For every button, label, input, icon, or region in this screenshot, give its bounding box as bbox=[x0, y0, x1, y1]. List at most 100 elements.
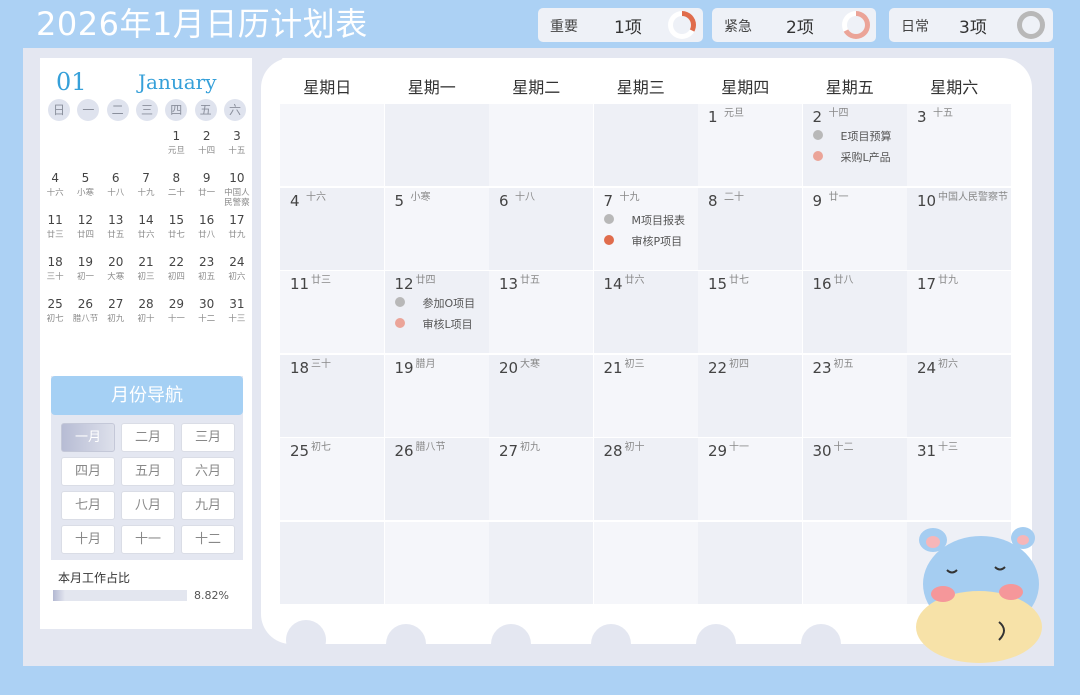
calendar-day[interactable]: 20 大寒 bbox=[489, 354, 593, 437]
mini-day[interactable]: 25 初七 bbox=[40, 294, 70, 336]
month-button[interactable]: 六月 bbox=[181, 457, 235, 486]
calendar-day[interactable]: 19 腊月 bbox=[384, 354, 489, 437]
mini-day[interactable]: 19 初一 bbox=[70, 252, 100, 294]
stat-urgent[interactable]: 紧急 2项 bbox=[712, 8, 876, 42]
mini-day[interactable]: 21 初三 bbox=[131, 252, 161, 294]
mini-day[interactable]: 1 元旦 bbox=[161, 126, 191, 168]
mini-day-number: 22 bbox=[168, 255, 184, 269]
mini-day[interactable]: 29 十一 bbox=[161, 294, 191, 336]
mini-day[interactable]: 4 十六 bbox=[40, 168, 70, 210]
day-number: 18 bbox=[290, 358, 310, 377]
event-item[interactable]: 参加O项目 bbox=[423, 295, 476, 311]
mini-day-number: 15 bbox=[168, 213, 184, 227]
mini-day[interactable]: 10 中国人民警察节 bbox=[222, 168, 252, 210]
stat-daily[interactable]: 日常 3项 bbox=[889, 8, 1053, 42]
mini-day[interactable]: 3 十五 bbox=[222, 126, 252, 168]
mini-day[interactable]: 27 初九 bbox=[101, 294, 131, 336]
calendar-day[interactable]: 23 初五 bbox=[802, 354, 907, 437]
mini-day[interactable]: 17 廿九 bbox=[222, 210, 252, 252]
calendar-day[interactable]: 9 廿一 bbox=[802, 187, 907, 270]
mini-day[interactable]: 31 十三 bbox=[222, 294, 252, 336]
mini-day[interactable]: 15 廿七 bbox=[161, 210, 191, 252]
month-button[interactable]: 十月 bbox=[61, 525, 115, 554]
calendar-day[interactable]: 8 二十 bbox=[698, 187, 802, 270]
calendar-day[interactable]: 28 初十 bbox=[593, 438, 698, 521]
month-button[interactable]: 十一 bbox=[121, 525, 175, 554]
day-lunar: 十五 bbox=[933, 108, 953, 119]
day-lunar: 腊八节 bbox=[415, 442, 446, 454]
mini-day[interactable]: 11 廿三 bbox=[40, 210, 70, 252]
month-button[interactable]: 十二 bbox=[181, 525, 235, 554]
calendar-day[interactable]: 2 十四 E项目预算 采购L产品 bbox=[802, 104, 907, 186]
calendar-day[interactable]: 18 三十 bbox=[280, 354, 384, 437]
mini-day[interactable]: 6 十八 bbox=[101, 168, 131, 210]
calendar-day[interactable]: 5 小寒 bbox=[384, 187, 489, 270]
mini-weekday: 三 bbox=[135, 99, 158, 121]
day-number: 15 bbox=[708, 275, 728, 294]
calendar-day[interactable]: 3 十五 bbox=[907, 104, 1011, 186]
calendar-day[interactable]: 29 十一 bbox=[698, 438, 802, 521]
calendar-day[interactable]: 24 初六 bbox=[907, 354, 1011, 437]
event-item[interactable]: 采购L产品 bbox=[841, 149, 891, 165]
mini-day[interactable]: 12 廿四 bbox=[70, 210, 100, 252]
day-number: 17 bbox=[917, 275, 937, 294]
mini-day[interactable]: 22 初四 bbox=[161, 252, 191, 294]
calendar-day[interactable]: 14 廿六 bbox=[593, 271, 698, 354]
event-item[interactable]: 审核L项目 bbox=[423, 316, 473, 332]
event-item[interactable]: 审核P项目 bbox=[632, 233, 683, 249]
month-button[interactable]: 七月 bbox=[61, 491, 115, 520]
mini-day[interactable]: 23 初五 bbox=[191, 252, 221, 294]
mini-day[interactable]: 24 初六 bbox=[222, 252, 252, 294]
calendar-day[interactable]: 12 廿四 参加O项目 审核L项目 bbox=[384, 271, 489, 354]
mini-day[interactable]: 14 廿六 bbox=[131, 210, 161, 252]
mini-day[interactable]: 5 小寒 bbox=[70, 168, 100, 210]
mini-day[interactable]: 30 十二 bbox=[191, 294, 221, 336]
calendar-day[interactable]: 1 元旦 bbox=[698, 104, 802, 186]
calendar-day[interactable]: 22 初四 bbox=[698, 354, 802, 437]
mini-day-number: 28 bbox=[138, 297, 154, 311]
calendar-day[interactable]: 16 廿八 bbox=[802, 271, 907, 354]
calendar-day[interactable]: 11 廿三 bbox=[280, 271, 384, 354]
mini-day-lunar: 廿七 bbox=[167, 230, 185, 240]
mini-day[interactable]: 26 腊八节 bbox=[70, 294, 100, 336]
mini-day[interactable]: 28 初十 bbox=[131, 294, 161, 336]
mini-day[interactable]: 20 大寒 bbox=[101, 252, 131, 294]
calendar-day[interactable]: 13 廿五 bbox=[489, 271, 593, 354]
event-item[interactable]: E项目预算 bbox=[841, 128, 892, 144]
month-button[interactable]: 三月 bbox=[181, 423, 235, 452]
mini-day[interactable]: 18 三十 bbox=[40, 252, 70, 294]
month-button[interactable]: 四月 bbox=[61, 457, 115, 486]
calendar-day[interactable]: 30 十二 bbox=[802, 438, 907, 521]
month-button[interactable]: 八月 bbox=[121, 491, 175, 520]
mini-day-lunar: 大寒 bbox=[107, 272, 125, 282]
mini-month-name: January bbox=[138, 70, 217, 94]
calendar-day[interactable]: 21 初三 bbox=[593, 354, 698, 437]
month-button[interactable]: 五月 bbox=[121, 457, 175, 486]
calendar-day bbox=[489, 522, 593, 604]
mini-day-lunar bbox=[40, 128, 70, 148]
mini-day[interactable]: 9 廿一 bbox=[191, 168, 221, 210]
calendar-day[interactable]: 26 腊八节 bbox=[384, 438, 489, 521]
calendar-day[interactable]: 31 十三 bbox=[907, 438, 1011, 521]
mini-day bbox=[40, 336, 70, 378]
mini-day[interactable]: 16 廿八 bbox=[191, 210, 221, 252]
calendar-day[interactable]: 25 初七 bbox=[280, 438, 384, 521]
month-button[interactable]: 一月 bbox=[61, 423, 115, 452]
month-button[interactable]: 九月 bbox=[181, 491, 235, 520]
calendar-day[interactable]: 17 廿九 bbox=[907, 271, 1011, 354]
mini-day[interactable]: 8 二十 bbox=[161, 168, 191, 210]
day-lunar: 廿四 bbox=[415, 275, 436, 287]
stat-important[interactable]: 重要 1项 bbox=[538, 8, 703, 42]
month-button[interactable]: 二月 bbox=[121, 423, 175, 452]
day-number: 23 bbox=[812, 358, 832, 377]
calendar-day[interactable]: 27 初九 bbox=[489, 438, 593, 521]
mini-day[interactable]: 2 十四 bbox=[191, 126, 221, 168]
calendar-day[interactable]: 15 廿七 bbox=[698, 271, 802, 354]
mini-day[interactable]: 7 十九 bbox=[131, 168, 161, 210]
mini-day[interactable]: 13 廿五 bbox=[101, 210, 131, 252]
calendar-day[interactable]: 10 中国人民警察节 bbox=[907, 187, 1011, 270]
event-item[interactable]: M项目报表 bbox=[632, 212, 686, 228]
calendar-day[interactable]: 6 十八 bbox=[489, 187, 593, 270]
calendar-day[interactable]: 4 十六 bbox=[280, 187, 384, 270]
calendar-day[interactable]: 7 十九 M项目报表 审核P项目 bbox=[593, 187, 698, 270]
